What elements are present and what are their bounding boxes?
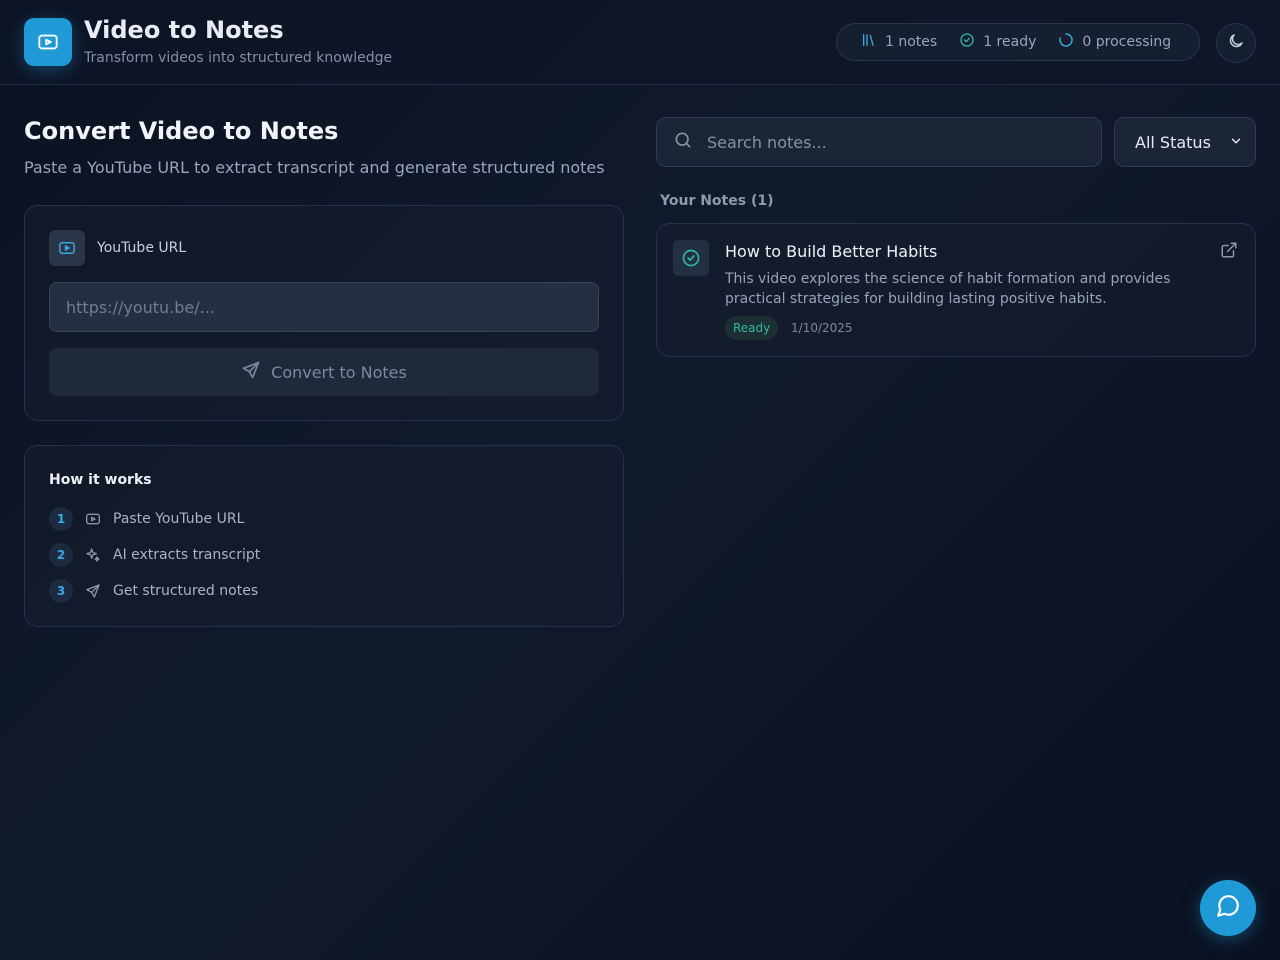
stats-pill: 1 notes 1 ready 0 processing [836,23,1200,61]
converter-description: Paste a YouTube URL to extract transcrip… [24,158,605,177]
send-icon [241,360,271,384]
stat-ready: 1 ready [959,32,1036,52]
converter-title: Convert Video to Notes [24,117,339,145]
stat-processing-label: 0 processing [1082,34,1172,50]
status-filter-value: All Status [1135,132,1211,152]
step-item: 2 AI extracts transcript [49,543,260,567]
moon-icon [1227,32,1245,54]
status-badge: Ready [725,316,779,340]
note-date: 1/10/2025 [791,321,853,335]
search-notes-input[interactable] [707,132,1067,152]
step-item: 3 Get structured notes [49,579,258,603]
step-label: Paste YouTube URL [113,511,245,527]
url-card: YouTube URL Convert to Notes [24,205,624,421]
how-it-works-title: How it works [49,472,152,488]
note-card[interactable]: How to Build Better Habits This video ex… [656,223,1256,357]
loader-icon [1058,32,1082,52]
theme-toggle-button[interactable] [1216,23,1256,63]
notes-heading: Your Notes (1) [660,193,774,209]
check-circle-icon [959,32,983,52]
stat-notes-label: 1 notes [885,34,938,50]
convert-button[interactable]: Convert to Notes [49,348,599,396]
chevron-down-icon [1229,133,1243,152]
app-subtitle: Transform videos into structured knowled… [84,50,393,66]
convert-button-label: Convert to Notes [271,362,407,382]
check-circle-icon [673,240,709,276]
app-header: Video to Notes Transform videos into str… [0,0,1280,85]
youtube-icon [85,511,101,527]
how-it-works-card: How it works 1 Paste YouTube URL 2 AI ex… [24,445,624,627]
status-filter-select[interactable]: All Status [1114,117,1256,167]
app-logo-youtube-icon [24,18,72,66]
step-number: 3 [49,579,73,603]
step-label: AI extracts transcript [113,547,261,563]
step-item: 1 Paste YouTube URL [49,507,244,531]
step-number: 1 [49,507,73,531]
library-icon [861,32,885,52]
stat-notes: 1 notes [861,32,937,52]
external-link-icon[interactable] [1219,240,1239,260]
youtube-url-input[interactable] [49,282,599,332]
chat-button[interactable] [1200,880,1256,936]
youtube-icon [49,230,85,266]
app-title: Video to Notes [84,16,284,44]
message-circle-icon [1215,893,1241,923]
stat-processing: 0 processing [1058,32,1171,52]
note-title[interactable]: How to Build Better Habits [725,242,937,261]
sparkles-icon [85,547,101,563]
note-description: This video explores the science of habit… [725,271,1171,307]
step-number: 2 [49,543,73,567]
search-box [656,117,1102,167]
send-icon [85,583,101,599]
step-label: Get structured notes [113,583,259,599]
search-icon [673,130,693,154]
url-label: YouTube URL [97,240,187,256]
stat-ready-label: 1 ready [983,34,1037,50]
